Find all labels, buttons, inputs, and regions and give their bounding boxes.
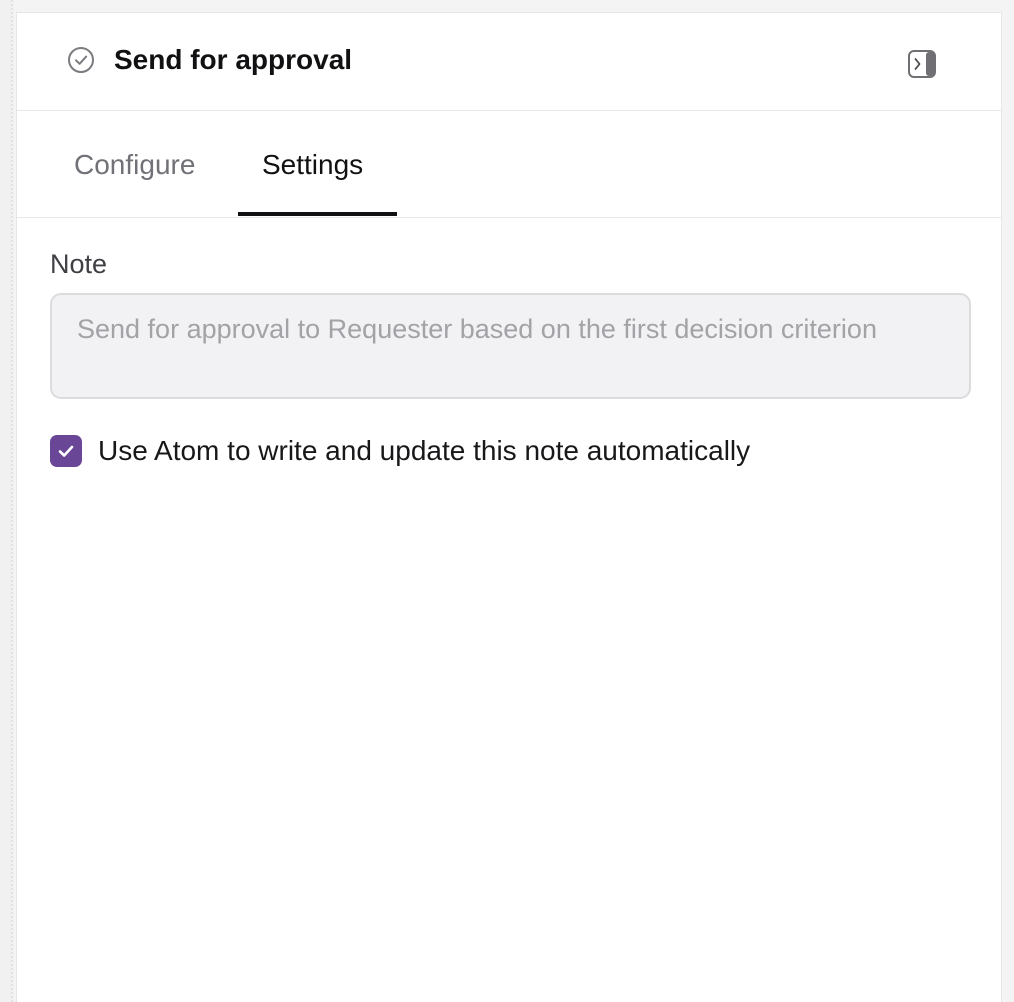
left-gutter bbox=[0, 0, 14, 1002]
auto-note-option[interactable]: Use Atom to write and update this note a… bbox=[50, 434, 750, 468]
auto-note-checkbox[interactable] bbox=[50, 435, 82, 467]
note-field[interactable]: Send for approval to Requester based on … bbox=[50, 293, 971, 399]
tab-bar: Configure Settings bbox=[17, 111, 1001, 218]
app-canvas: Send for approval Configure Settings Not… bbox=[0, 0, 1014, 1002]
panel-title: Send for approval bbox=[114, 44, 353, 75]
collapse-panel-button[interactable] bbox=[906, 48, 938, 80]
panel-header: Send for approval bbox=[17, 13, 1001, 111]
tab-settings[interactable]: Settings bbox=[262, 148, 363, 182]
auto-note-label: Use Atom to write and update this note a… bbox=[98, 435, 751, 466]
active-tab-indicator bbox=[238, 212, 397, 216]
gutter-divider bbox=[11, 0, 13, 1002]
step-settings-panel: Send for approval Configure Settings Not… bbox=[16, 12, 1002, 1002]
note-label: Note bbox=[50, 249, 108, 279]
check-circle-icon bbox=[67, 46, 95, 74]
right-gutter bbox=[1003, 0, 1014, 1002]
checkmark-icon bbox=[58, 445, 74, 457]
panel-collapse-icon bbox=[908, 50, 936, 78]
tab-configure[interactable]: Configure bbox=[74, 148, 195, 182]
